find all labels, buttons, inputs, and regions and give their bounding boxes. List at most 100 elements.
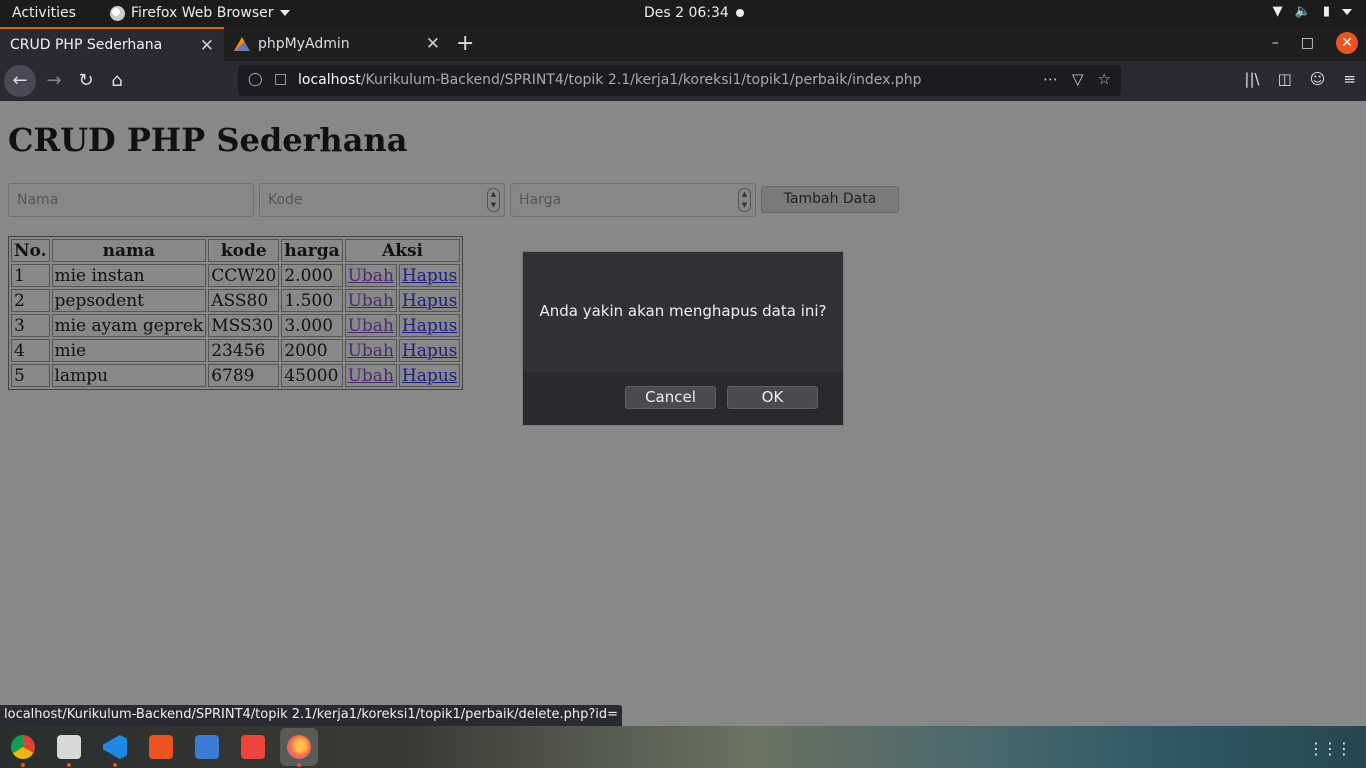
app-menu-label: Firefox Web Browser	[131, 5, 274, 21]
kode-input[interactable]: Kode ▲ ▼	[259, 183, 505, 217]
cell-delete: Hapus	[398, 289, 461, 312]
cell-harga: 2000	[281, 339, 343, 362]
toolbar-right: ||\ ◫ ☺ ≡	[1244, 70, 1356, 88]
cell-no: 1	[11, 264, 50, 287]
table-row: 1 mie instan CCW20 2.000 Ubah Hapus	[11, 264, 461, 287]
confirm-dialog: Anda yakin akan menghapus data ini? Canc…	[522, 251, 844, 426]
page-title: CRUD PHP Sederhana	[8, 121, 408, 159]
files-icon[interactable]	[57, 735, 81, 759]
minimize-icon[interactable]: –	[1272, 35, 1279, 51]
table-header-row: No. nama kode harga Aksi	[11, 239, 461, 262]
cell-kode: CCW20	[208, 264, 280, 287]
back-button[interactable]: ←	[4, 65, 36, 97]
chrome-icon[interactable]	[11, 735, 35, 759]
hapus-link[interactable]: Hapus	[402, 366, 458, 386]
cell-no: 3	[11, 314, 50, 337]
close-tab-icon[interactable]: ✕	[426, 34, 440, 54]
menu-icon[interactable]: ≡	[1343, 70, 1356, 88]
ubah-link[interactable]: Ubah	[348, 341, 394, 361]
running-indicator	[297, 763, 301, 767]
data-table: No. nama kode harga Aksi 1 mie instan CC…	[8, 236, 464, 390]
forward-button[interactable]: →	[38, 65, 70, 97]
hapus-link[interactable]: Hapus	[402, 316, 458, 336]
ubah-link[interactable]: Ubah	[348, 366, 394, 386]
tab-crud[interactable]: CRUD PHP Sederhana ✕	[0, 27, 224, 61]
tab-title: phpMyAdmin	[258, 36, 350, 52]
ubah-link[interactable]: Ubah	[348, 316, 394, 336]
tab-bar: CRUD PHP Sederhana ✕ phpMyAdmin ✕ + – □ …	[0, 27, 1366, 61]
sidebar-icon[interactable]: ◫	[1278, 70, 1292, 88]
cell-delete: Hapus	[398, 364, 461, 387]
cell-delete: Hapus	[398, 264, 461, 287]
bluetooth-icon[interactable]	[195, 735, 219, 759]
cell-delete: Hapus	[398, 314, 461, 337]
close-window-icon[interactable]: ✕	[1336, 32, 1358, 54]
header-nama: nama	[51, 239, 207, 262]
header-harga: harga	[281, 239, 343, 262]
running-indicator	[113, 763, 117, 767]
hapus-link[interactable]: Hapus	[402, 341, 458, 361]
vscode-icon[interactable]	[103, 735, 127, 759]
restore-icon[interactable]: □	[1301, 35, 1314, 51]
system-tray[interactable]: ▼ 🔈 ▮	[1273, 4, 1352, 19]
cancel-button[interactable]: Cancel	[625, 386, 716, 409]
header-aksi: Aksi	[344, 239, 461, 262]
url-path: /Kurikulum-Backend/SPRINT4/topik 2.1/ker…	[360, 72, 922, 88]
url-actions: ⋯ ▽ ☆	[1043, 70, 1111, 88]
new-tab-button[interactable]: +	[456, 31, 474, 56]
activities-button[interactable]: Activities	[12, 5, 76, 21]
cell-nama: mie	[51, 339, 207, 362]
volume-icon: 🔈	[1294, 4, 1311, 19]
shield-icon[interactable]: ◯	[248, 72, 263, 87]
reload-button[interactable]: ↻	[70, 65, 102, 97]
navigation-toolbar: ← → ↻ ⌂ ◯ □ localhost/Kurikulum-Backend/…	[0, 61, 1366, 101]
url-host: localhost	[298, 72, 361, 88]
pocket-icon[interactable]: ▽	[1072, 70, 1084, 88]
tab-phpmyadmin[interactable]: phpMyAdmin ✕	[224, 27, 450, 61]
anydesk-icon[interactable]	[241, 735, 265, 759]
running-indicator	[21, 763, 25, 767]
running-indicator	[67, 763, 71, 767]
ubah-link[interactable]: Ubah	[348, 291, 394, 311]
page-icon[interactable]: □	[274, 71, 287, 87]
spinner-icon[interactable]: ▲ ▼	[738, 188, 751, 212]
cell-edit: Ubah	[344, 264, 397, 287]
cell-no: 4	[11, 339, 50, 362]
clock[interactable]: Des 2 06:34	[644, 5, 729, 21]
more-actions-icon[interactable]: ⋯	[1043, 70, 1058, 88]
cell-nama: mie ayam geprek	[51, 314, 207, 337]
ubah-link[interactable]: Ubah	[348, 266, 394, 286]
ok-button[interactable]: OK	[727, 386, 818, 409]
hapus-link[interactable]: Hapus	[402, 266, 458, 286]
hapus-link[interactable]: Hapus	[402, 291, 458, 311]
spinner-icon[interactable]: ▲ ▼	[487, 188, 500, 212]
firefox-icon[interactable]	[287, 735, 311, 759]
nama-input[interactable]: Nama	[8, 183, 254, 217]
app-menu[interactable]: Firefox Web Browser	[110, 5, 290, 21]
table-row: 5 lampu 6789 45000 Ubah Hapus	[11, 364, 461, 387]
cell-kode: 6789	[208, 364, 280, 387]
url-bar[interactable]: ◯ □ localhost/Kurikulum-Backend/SPRINT4/…	[238, 65, 1121, 96]
close-tab-icon[interactable]: ✕	[200, 36, 214, 56]
cell-harga: 45000	[281, 364, 343, 387]
tambah-data-button[interactable]: Tambah Data	[761, 186, 899, 213]
library-icon[interactable]: ||\	[1244, 70, 1259, 88]
account-icon[interactable]: ☺	[1310, 70, 1326, 88]
cell-no: 2	[11, 289, 50, 312]
show-applications-icon[interactable]: ⋮⋮⋮	[1308, 739, 1352, 758]
cell-nama: pepsodent	[51, 289, 207, 312]
harga-input[interactable]: Harga ▲ ▼	[510, 183, 756, 217]
header-no: No.	[11, 239, 50, 262]
url-text[interactable]: localhost/Kurikulum-Backend/SPRINT4/topi…	[298, 72, 921, 88]
bookmark-star-icon[interactable]: ☆	[1098, 70, 1111, 88]
firefox-icon	[110, 5, 125, 21]
home-button[interactable]: ⌂	[101, 65, 133, 97]
wifi-icon: ▼	[1272, 4, 1283, 19]
cell-nama: lampu	[51, 364, 207, 387]
table-row: 4 mie 23456 2000 Ubah Hapus	[11, 339, 461, 362]
software-center-icon[interactable]	[149, 735, 173, 759]
notification-dot-icon	[736, 9, 744, 17]
cell-harga: 2.000	[281, 264, 343, 287]
cell-nama: mie instan	[51, 264, 207, 287]
chevron-down-icon	[279, 10, 290, 16]
